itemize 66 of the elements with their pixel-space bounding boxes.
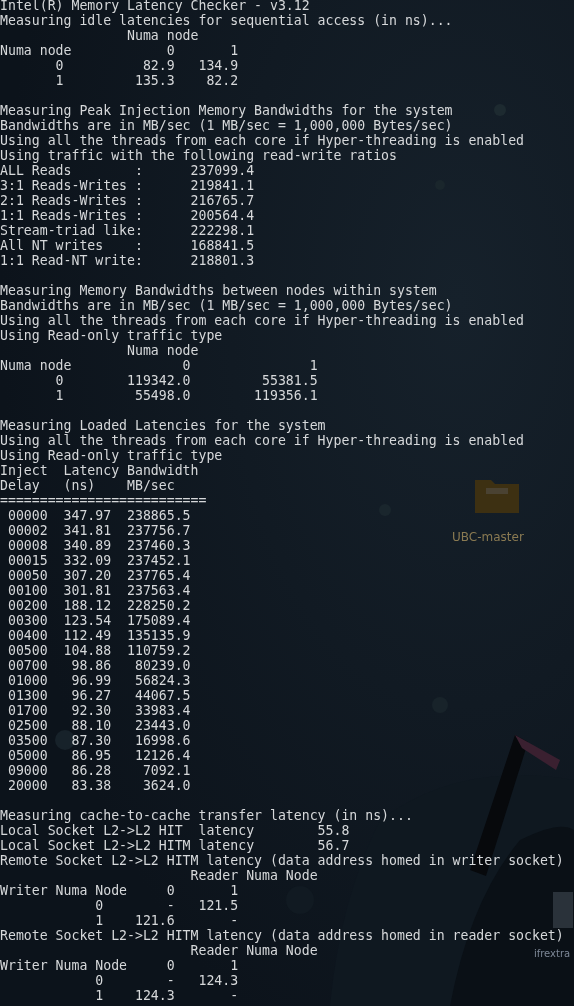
output-line: Using Read-only traffic type [0,328,223,343]
output-line: 00100 301.81 237563.4 [6,583,191,598]
output-line: Bandwidths are in MB/sec (1 MB/sec = 1,000,000 Bytes/sec) [0,298,453,313]
output-line: Local Socket L2->L2 HIT latency 55.8 [0,823,350,838]
output-line: 00300 123.54 175089.4 [6,613,191,628]
output-line: Local Socket L2->L2 HITM latency 56.7 [0,838,350,853]
output-line: 01300 96.27 44067.5 [6,688,191,703]
output-line: Writer Numa Node 0 1 [0,958,239,973]
output-line: Using all the threads from each core if Hyper-threading is enabled [0,313,524,328]
output-line: 0 82.9 134.9 [54,58,239,73]
output-line: 00200 188.12 228250.2 [6,598,191,613]
output-line: 1 121.6 - [94,913,239,928]
output-line: 1 55498.0 119356.1 [54,388,318,403]
output-line: 00015 332.09 237452.1 [6,553,191,568]
output-line: Delay (ns) MB/sec [0,478,175,493]
output-line: Remote Socket L2->L2 HITM latency (data address homed in reader socket) [0,928,564,943]
output-line: Measuring Memory Bandwidths between nodes within system [0,283,437,298]
output-line: Numa node [126,28,199,43]
output-line: Using all the threads from each core if Hyper-threading is enabled [0,133,524,148]
output-line: 01000 96.99 56824.3 [6,673,191,688]
output-line: Using Read-only traffic type [0,448,223,463]
output-line: Measuring Loaded Latencies for the system [0,418,326,433]
desktop-icon-label[interactable]: ifrextra [533,948,571,959]
output-line: Numa node 0 1 [0,358,318,373]
output-line: 00050 307.20 237765.4 [6,568,191,583]
output-line: 1:1 Reads-Writes : 200564.4 [0,208,255,223]
output-line: Writer Numa Node 0 1 [0,883,239,898]
output-line: Reader Numa Node [189,868,318,883]
output-line: Stream-triad like: 222298.1 [0,223,255,238]
output-line: All NT writes : 168841.5 [0,238,255,253]
output-line: Measuring cache-to-cache transfer latency (in ns)... [0,808,413,823]
output-line: Numa node [126,343,199,358]
output-line: 1 135.3 82.2 [54,73,239,88]
output-line: Remote Socket L2->L2 HITM latency (data address homed in writer socket) [0,853,564,868]
output-line: 02500 88.10 23443.0 [6,718,191,733]
output-line: 00400 112.49 135135.9 [6,628,191,643]
output-line: 0 - 124.3 [94,973,239,988]
file-icon[interactable] [553,892,573,928]
output-line: 01700 92.30 33983.4 [6,703,191,718]
output-line: 1:1 Read-NT write: 218801.3 [0,253,255,268]
output-line: Measuring Peak Injection Memory Bandwidths for the system [0,103,453,118]
output-line: Reader Numa Node [189,943,318,958]
output-line: 09000 86.28 7092.1 [6,763,191,778]
output-line: Numa node 0 1 [0,43,239,58]
output-line: Using all the threads from each core if Hyper-threading is enabled [0,433,524,448]
output-line: 00008 340.89 237460.3 [6,538,191,553]
output-line: 0 119342.0 55381.5 [54,373,318,388]
output-line: Inject Latency Bandwidth [0,463,199,478]
output-line: Intel(R) Memory Latency Checker - v3.12 [0,0,310,13]
output-line: 00000 347.97 238865.5 [6,508,191,523]
output-line: 05000 86.95 12126.4 [6,748,191,763]
output-line: 1 124.3 - [94,988,239,1003]
output-line: Measuring idle latencies for sequential access (in ns)... [0,13,453,28]
output-line: 03500 87.30 16998.6 [6,733,191,748]
output-line: 0 - 121.5 [94,898,239,913]
output-line: Using traffic with the following read-write ratios [0,148,397,163]
desktop-icon-label[interactable]: UBC-master [452,530,524,544]
output-line: Bandwidths are in MB/sec (1 MB/sec = 1,000,000 Bytes/sec) [0,118,453,133]
output-line: 00700 98.86 80239.0 [6,658,191,673]
output-line: 2:1 Reads-Writes : 216765.7 [0,193,255,208]
output-line: 00500 104.88 110759.2 [6,643,191,658]
output-line: 20000 83.38 3624.0 [6,778,191,793]
output-line: ALL Reads : 237099.4 [0,163,255,178]
output-line: 00002 341.81 237756.7 [6,523,191,538]
output-line: 3:1 Reads-Writes : 219841.1 [0,178,255,193]
output-line: ========================== [0,493,207,508]
